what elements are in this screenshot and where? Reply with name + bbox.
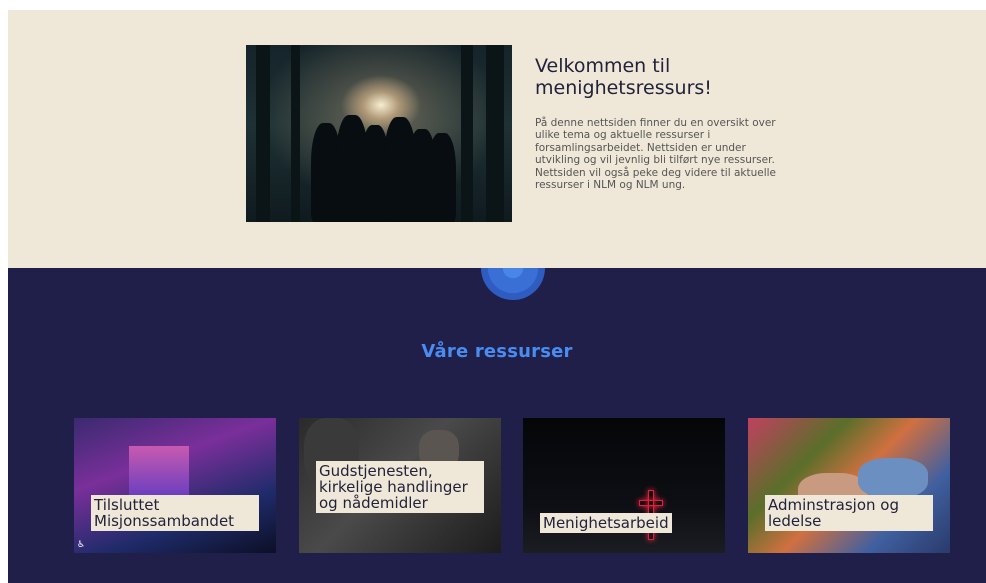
resource-card-label: Adminstrasjon og ledelse xyxy=(765,495,933,531)
resource-card-gudstjenesten[interactable]: Gudstjenesten, kirkelige handlinger og n… xyxy=(299,418,501,553)
resources-section: Våre ressurser ♿ Tilsluttet Misjonssamba… xyxy=(8,268,986,583)
hands-photo-detail xyxy=(858,458,928,498)
stage-screen-image xyxy=(129,446,189,496)
resource-card-tilsluttet[interactable]: ♿ Tilsluttet Misjonssambandet xyxy=(74,418,276,553)
accessibility-icon[interactable]: ♿ xyxy=(77,539,87,551)
resources-title: Våre ressurser xyxy=(421,341,573,362)
resource-card-menighetsarbeid[interactable]: Menighetsarbeid xyxy=(523,418,725,553)
hero-description: På denne nettsiden finner du en oversikt… xyxy=(535,117,776,192)
hero-text-block: Velkommen til menighetsressurs! På denne… xyxy=(535,55,780,191)
hero-image-forest-group xyxy=(246,45,512,222)
resource-card-adminstrasjon[interactable]: Adminstrasjon og ledelse xyxy=(748,418,950,553)
hero-section: Velkommen til menighetsressurs! På denne… xyxy=(8,10,986,268)
scroll-down-icon[interactable] xyxy=(481,268,545,300)
page-title: Velkommen til menighetsressurs! xyxy=(535,55,712,99)
resource-card-label: Menighetsarbeid xyxy=(540,513,672,533)
neon-cross-icon xyxy=(639,500,663,506)
resource-card-label: Tilsluttet Misjonssambandet xyxy=(91,495,259,531)
resource-card-label: Gudstjenesten, kirkelige handlinger og n… xyxy=(316,461,484,513)
